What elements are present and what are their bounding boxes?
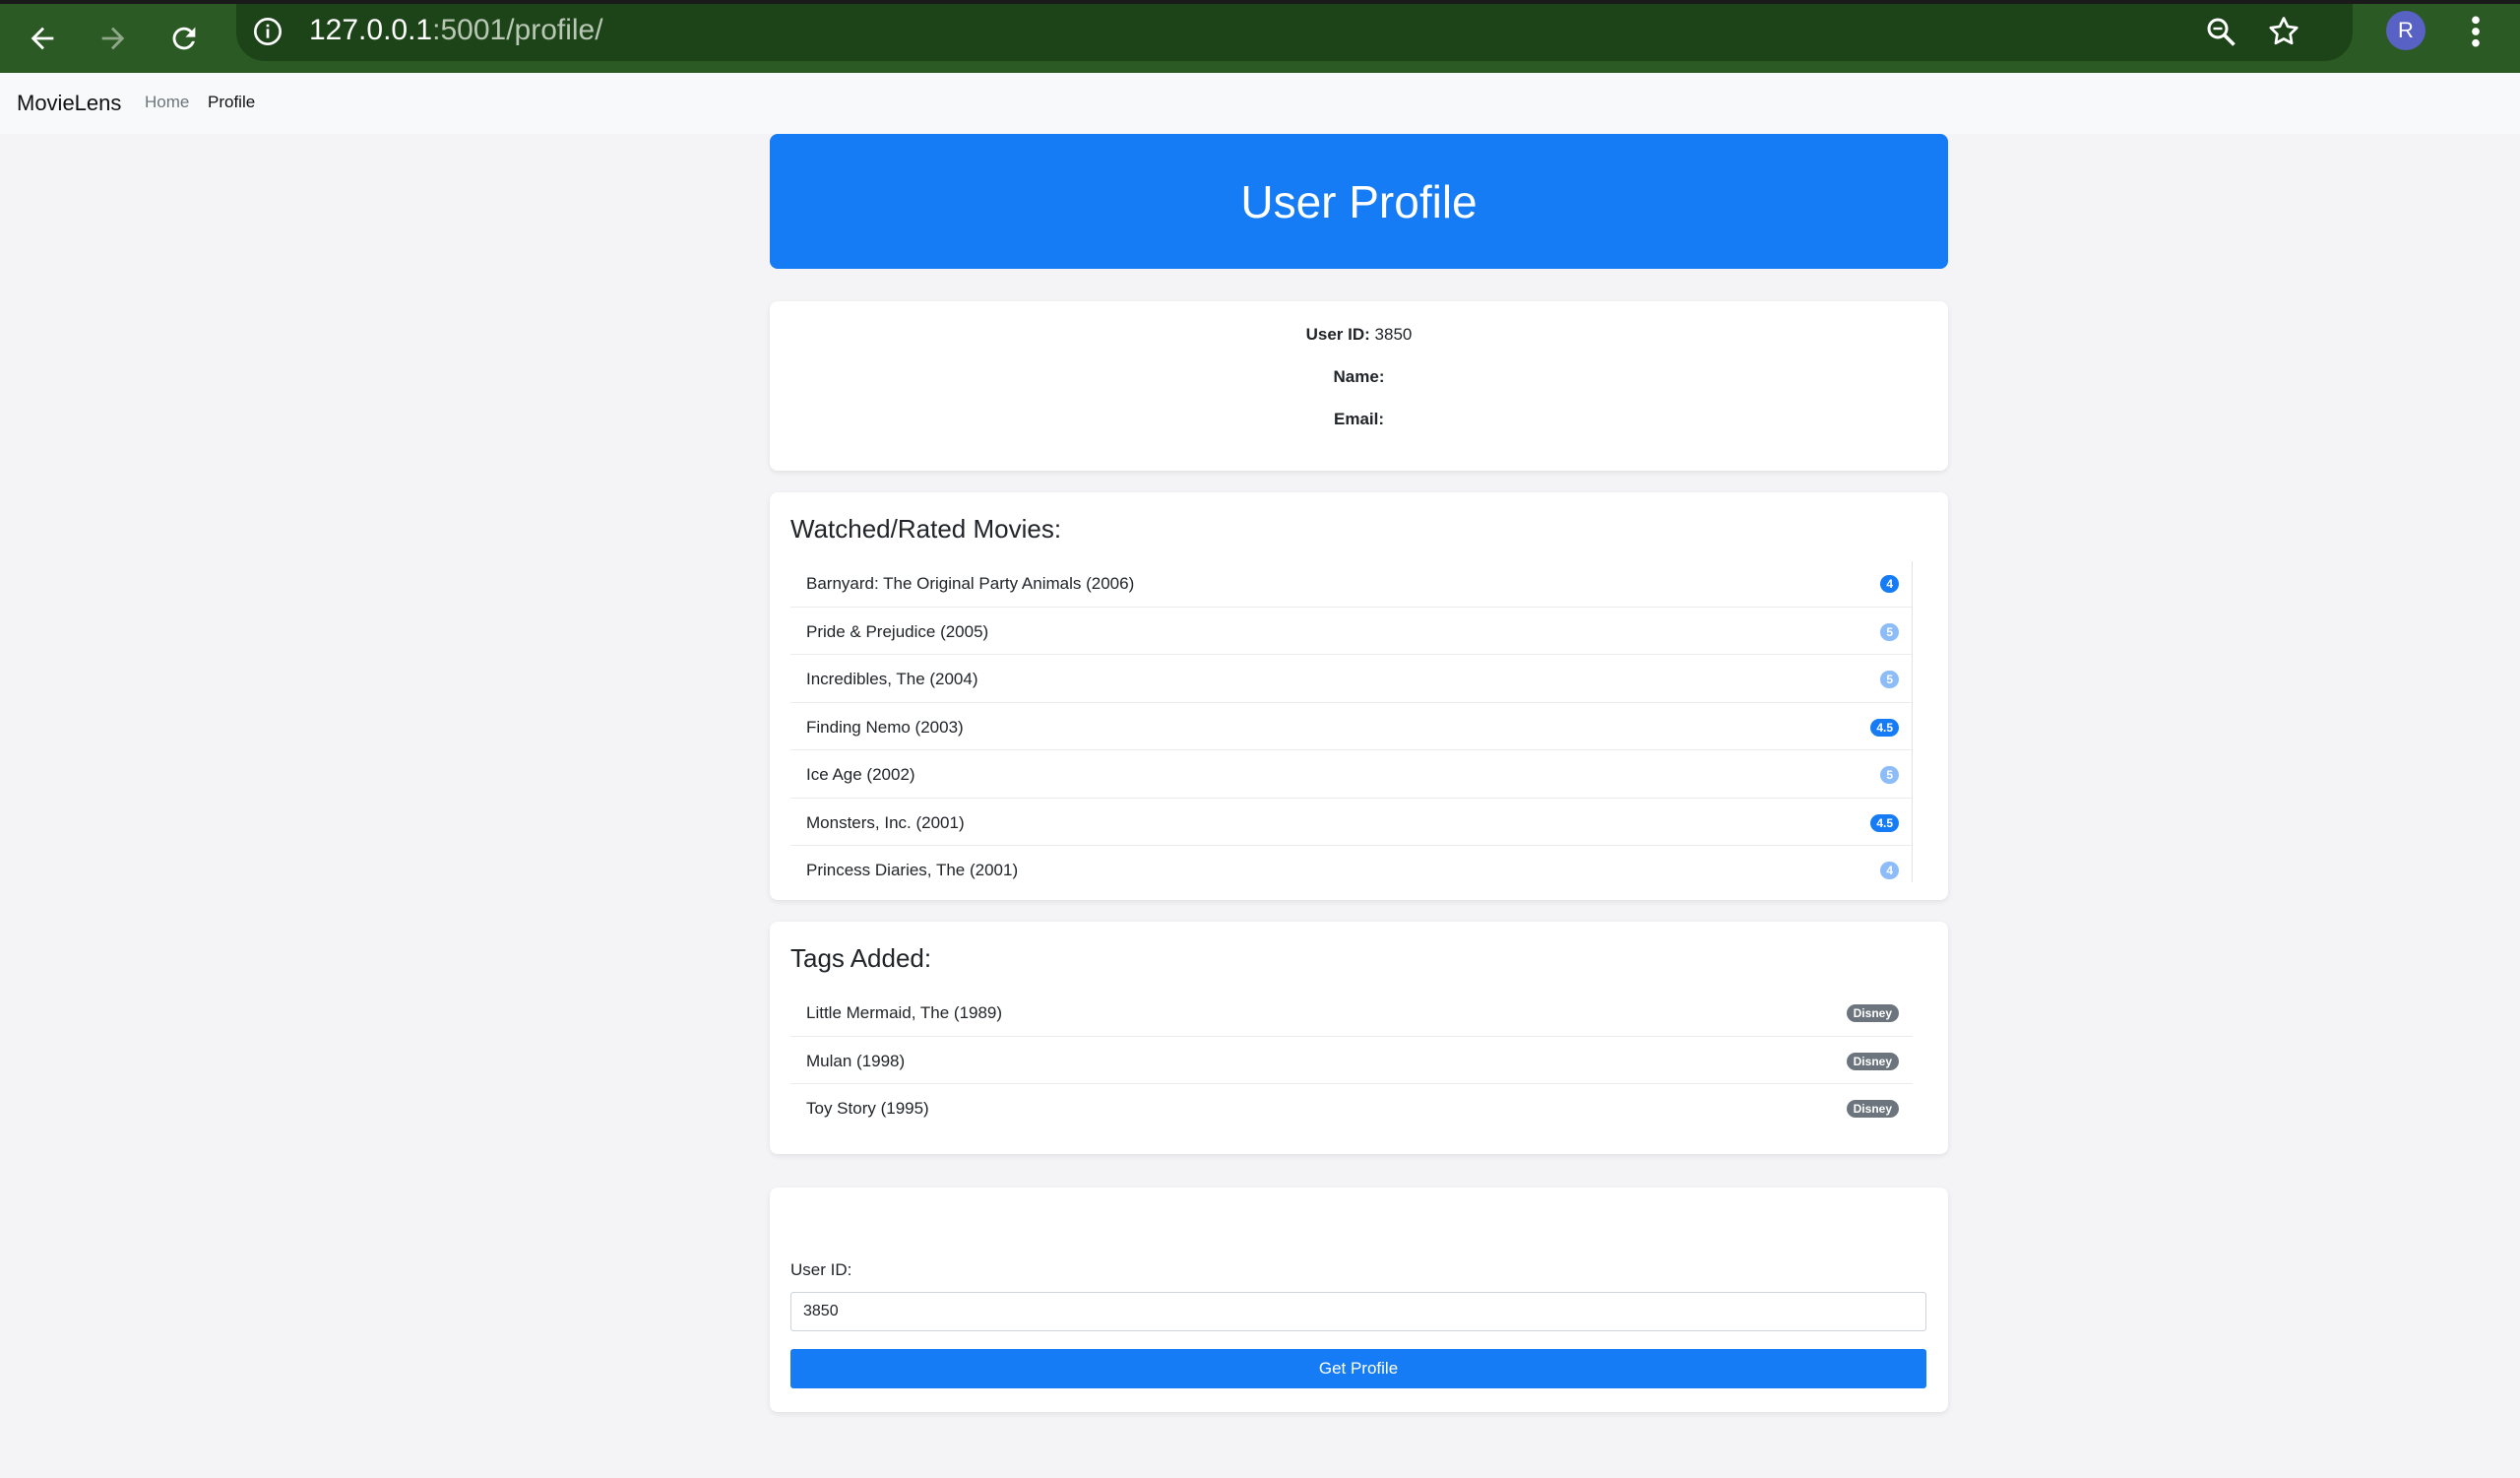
- url-host: 127.0.0.1: [309, 14, 433, 46]
- tags-card: Tags Added: Little Mermaid, The (1989) D…: [770, 922, 1948, 1154]
- back-arrow-icon: [31, 27, 54, 50]
- list-item[interactable]: Ice Age (2002) 5: [790, 750, 1913, 799]
- rating-badge: 4: [1880, 862, 1899, 879]
- rating-badge: 5: [1880, 622, 1899, 641]
- watched-movies-list[interactable]: Barnyard: The Original Party Animals (20…: [790, 559, 1913, 886]
- zoom-icon[interactable]: [2203, 14, 2238, 49]
- movie-title: Incredibles, The (2004): [806, 670, 978, 688]
- tag-badge: Disney: [1846, 1004, 1899, 1022]
- list-item[interactable]: Little Mermaid, The (1989) Disney: [790, 989, 1913, 1037]
- tags-heading: Tags Added:: [790, 943, 932, 973]
- profile-avatar[interactable]: R: [2386, 11, 2426, 50]
- user-info-card: User ID: 3850 Name: Email:: [770, 301, 1948, 471]
- tag-badge: Disney: [1846, 1100, 1899, 1118]
- reload-button[interactable]: [156, 10, 213, 67]
- tags-list: Little Mermaid, The (1989) Disney Mulan …: [790, 989, 1913, 1132]
- rating-badge: 4.5: [1870, 813, 1899, 832]
- forward-arrow-icon: [101, 27, 125, 50]
- list-item[interactable]: Princess Diaries, The (2001) 4: [790, 846, 1913, 886]
- movie-title: Monsters, Inc. (2001): [806, 812, 965, 832]
- page-title: User Profile: [1240, 175, 1478, 227]
- tagged-movie-title: Toy Story (1995): [806, 1099, 929, 1118]
- back-button[interactable]: [14, 10, 71, 67]
- movie-title: Ice Age (2002): [806, 765, 915, 784]
- list-item[interactable]: Incredibles, The (2004) 5: [790, 655, 1913, 703]
- email-label: Email:: [1333, 410, 1385, 428]
- bookmark-star-icon[interactable]: [2266, 14, 2301, 49]
- movie-title: Princess Diaries, The (2001): [806, 861, 1019, 879]
- list-item[interactable]: Pride & Prejudice (2005) 5: [790, 608, 1913, 655]
- address-bar[interactable]: 127.0.0.1:5001/profile/: [236, 4, 2353, 61]
- movies-scrollbar[interactable]: [1912, 561, 1913, 882]
- user-id-value: 3850: [1374, 325, 1413, 344]
- rating-badge: 4: [1880, 575, 1899, 593]
- list-item[interactable]: Toy Story (1995) Disney: [790, 1084, 1913, 1132]
- rating-badge: 5: [1880, 671, 1899, 688]
- user-id-label: User ID:: [1305, 325, 1370, 344]
- movie-title: Pride & Prejudice (2005): [806, 621, 989, 641]
- list-item[interactable]: Barnyard: The Original Party Animals (20…: [790, 559, 1913, 608]
- forward-button[interactable]: [85, 10, 142, 67]
- more-menu-icon[interactable]: [2461, 12, 2490, 51]
- url-text: 127.0.0.1:5001/profile/: [309, 14, 603, 47]
- brand-logo[interactable]: MovieLens: [17, 91, 121, 116]
- movie-title: Finding Nemo (2003): [806, 717, 964, 737]
- page-header: User Profile: [770, 134, 1948, 269]
- list-item[interactable]: Mulan (1998) Disney: [790, 1037, 1913, 1084]
- user-id-input[interactable]: [790, 1292, 1926, 1331]
- nav-link-profile[interactable]: Profile: [208, 93, 255, 112]
- watched-movies-heading: Watched/Rated Movies:: [790, 514, 1062, 544]
- rating-badge: 5: [1880, 766, 1899, 784]
- user-id-line: User ID: 3850: [770, 325, 1948, 345]
- browser-toolbar: 127.0.0.1:5001/profile/ R: [0, 0, 2520, 73]
- rating-badge: 4.5: [1870, 718, 1899, 737]
- get-profile-button[interactable]: Get Profile: [790, 1349, 1926, 1388]
- tagged-movie-title: Little Mermaid, The (1989): [806, 1003, 1003, 1022]
- nav-link-home[interactable]: Home: [145, 93, 189, 112]
- site-navbar: MovieLens Home Profile: [0, 73, 2520, 134]
- url-path: :5001/profile/: [432, 14, 603, 46]
- tag-badge: Disney: [1846, 1052, 1899, 1070]
- site-info-icon[interactable]: [252, 16, 284, 47]
- watched-movies-card: Watched/Rated Movies: Barnyard: The Orig…: [770, 492, 1948, 900]
- list-item[interactable]: Monsters, Inc. (2001) 4.5: [790, 799, 1913, 846]
- profile-form-card: User ID: Get Profile: [770, 1188, 1948, 1412]
- tagged-movie-title: Mulan (1998): [806, 1051, 906, 1070]
- name-line: Name:: [770, 367, 1948, 387]
- user-id-field-label: User ID:: [790, 1260, 852, 1279]
- list-item[interactable]: Finding Nemo (2003) 4.5: [790, 703, 1913, 750]
- reload-icon: [172, 27, 196, 50]
- name-label: Name:: [1333, 367, 1385, 386]
- movie-title: Barnyard: The Original Party Animals (20…: [806, 574, 1135, 593]
- email-line: Email:: [770, 410, 1948, 429]
